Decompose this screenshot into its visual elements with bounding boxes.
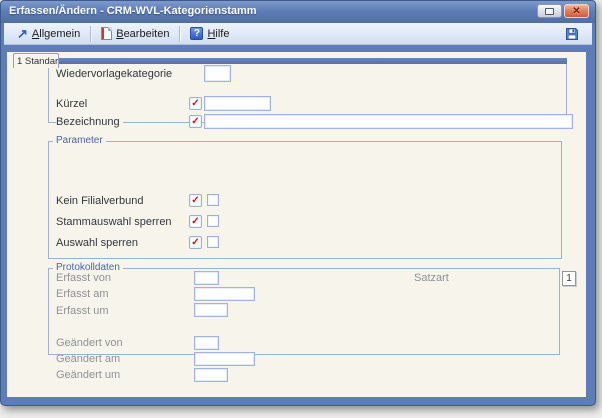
stammauswahl-sperren-label: Stammauswahl sperren bbox=[56, 216, 175, 228]
desktop-background: Erfassen/Ändern - CRM-WVL-Kategorienstam… bbox=[0, 0, 602, 418]
satzart-label: Satzart bbox=[414, 272, 452, 284]
parameter-legend: Parameter bbox=[53, 135, 106, 146]
allgemein-button-label: Allgemein bbox=[32, 28, 80, 40]
tab-standard-label: 1 Standard bbox=[17, 56, 59, 67]
hilfe-button[interactable]: ? Hilfe bbox=[185, 25, 234, 42]
kein-filialverbund-checkbox[interactable] bbox=[207, 194, 219, 206]
close-icon: ✕ bbox=[572, 6, 580, 17]
form-area: 1 Standard Wiedervorlagekategorie Kürzel… bbox=[7, 52, 586, 397]
geaendert-am-label: Geändert am bbox=[56, 353, 123, 365]
geaendert-von-input[interactable] bbox=[194, 336, 219, 350]
erfasst-am-input[interactable] bbox=[194, 287, 255, 301]
wiedervorlagekategorie-label: Wiedervorlagekategorie bbox=[56, 68, 175, 80]
save-button[interactable] bbox=[560, 25, 584, 43]
kein-filialverbund-label: Kein Filialverbund bbox=[56, 195, 146, 207]
help-icon: ? bbox=[190, 27, 203, 40]
kuerzel-label: Kürzel bbox=[56, 98, 90, 110]
required-check-icon[interactable]: ✓ bbox=[189, 115, 202, 128]
arrow-up-right-icon: ↗ bbox=[17, 28, 28, 40]
erfasst-um-label: Erfasst um bbox=[56, 305, 112, 317]
bezeichnung-label: Bezeichnung bbox=[56, 116, 123, 128]
window-restore-icon bbox=[545, 8, 554, 15]
geaendert-um-label: Geändert um bbox=[56, 369, 123, 381]
geaendert-um-input[interactable] bbox=[194, 368, 228, 382]
save-icon bbox=[565, 27, 579, 41]
window-title: Erfassen/Ändern - CRM-WVL-Kategorienstam… bbox=[9, 5, 257, 17]
erfasst-um-input[interactable] bbox=[194, 303, 228, 317]
wiedervorlagekategorie-input[interactable] bbox=[204, 65, 231, 82]
kuerzel-input[interactable] bbox=[204, 96, 271, 111]
erfasst-von-input[interactable] bbox=[194, 271, 219, 285]
satzart-value-box: 1 bbox=[562, 271, 576, 286]
required-check-icon[interactable]: ✓ bbox=[189, 97, 202, 110]
required-check-icon[interactable]: ✓ bbox=[189, 194, 202, 207]
bearbeiten-button[interactable]: Bearbeiten bbox=[96, 25, 174, 42]
auswahl-sperren-label: Auswahl sperren bbox=[56, 237, 141, 249]
edit-page-icon bbox=[101, 27, 112, 40]
erfasst-von-label: Erfasst von bbox=[56, 272, 114, 284]
tab-standard[interactable]: 1 Standard bbox=[13, 53, 59, 68]
required-check-icon[interactable]: ✓ bbox=[189, 236, 202, 249]
allgemein-button[interactable]: ↗ Allgemein bbox=[12, 26, 85, 42]
app-window: Erfassen/Ändern - CRM-WVL-Kategorienstam… bbox=[0, 0, 596, 406]
stammauswahl-sperren-checkbox[interactable] bbox=[207, 215, 219, 227]
restore-button[interactable] bbox=[537, 4, 562, 18]
toolbar-separator bbox=[179, 26, 180, 42]
toolbar-separator bbox=[90, 26, 91, 42]
close-button[interactable]: ✕ bbox=[564, 4, 589, 18]
hilfe-button-label: Hilfe bbox=[207, 28, 229, 40]
erfasst-am-label: Erfasst am bbox=[56, 288, 112, 300]
tab-panel-header-bar bbox=[56, 58, 567, 64]
required-check-icon[interactable]: ✓ bbox=[189, 215, 202, 228]
auswahl-sperren-checkbox[interactable] bbox=[207, 236, 219, 248]
geaendert-am-input[interactable] bbox=[194, 352, 255, 366]
geaendert-von-label: Geändert von bbox=[56, 337, 126, 349]
window-titlebar[interactable]: Erfassen/Ändern - CRM-WVL-Kategorienstam… bbox=[1, 1, 595, 23]
bezeichnung-input[interactable] bbox=[204, 114, 573, 129]
bearbeiten-button-label: Bearbeiten bbox=[116, 28, 169, 40]
toolbar: ↗ Allgemein Bearbeiten ? Hilfe bbox=[4, 23, 592, 45]
